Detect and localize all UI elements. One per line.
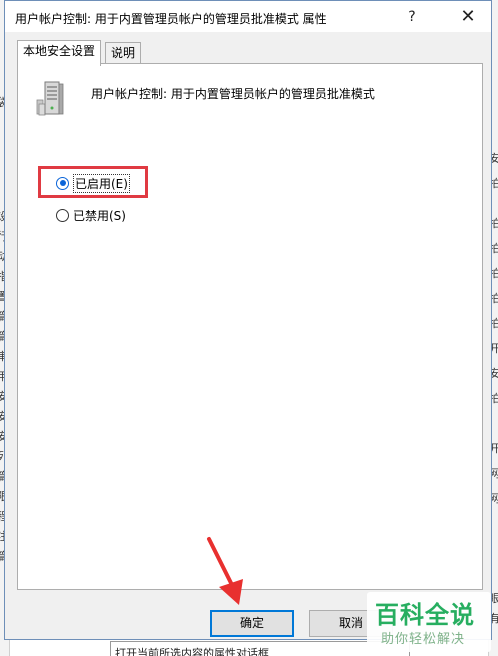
- help-button[interactable]: ?: [401, 6, 423, 28]
- policy-name: 用户帐户控制: 用于内置管理员帐户的管理员批准模式: [91, 87, 375, 101]
- red-arrow-icon: [207, 537, 243, 605]
- radio-disabled-circle[interactable]: [56, 208, 69, 222]
- server-policy-icon: [36, 81, 64, 116]
- watermark-logo: 百科全说 助你轻松解决: [367, 592, 491, 652]
- radio-enabled-circle[interactable]: [56, 176, 69, 190]
- radio-enabled[interactable]: 已启用(E): [56, 173, 130, 193]
- close-button[interactable]: ✕: [453, 4, 483, 30]
- watermark-title: 百科全说: [375, 601, 475, 629]
- bg-hint-text: 打开当前所选内容的属性对话框: [115, 647, 269, 656]
- properties-dialog: 用户帐户控制: 用于内置管理员帐户的管理员批准模式 属性 ? ✕ 本地安全设置 …: [4, 0, 492, 640]
- radio-disabled[interactable]: 已禁用(S): [56, 206, 126, 224]
- dialog-title: 用户帐户控制: 用于内置管理员帐户的管理员批准模式 属性: [15, 12, 327, 26]
- watermark-subtitle: 助你轻松解决: [381, 632, 466, 647]
- tab-panel: 用户帐户控制: 用于内置管理员帐户的管理员批准模式 已启用(E) 已禁用(S): [17, 63, 483, 590]
- radio-disabled-label[interactable]: 已禁用(S): [73, 207, 126, 224]
- ok-button[interactable]: 确定: [210, 610, 294, 637]
- title-bar[interactable]: 用户帐户控制: 用于内置管理员帐户的管理员批准模式 属性 ? ✕: [5, 1, 491, 32]
- radio-enabled-label[interactable]: 已启用(E): [73, 173, 130, 193]
- tab-explain[interactable]: 说明: [105, 42, 142, 65]
- tab-local-security-setting[interactable]: 本地安全设置: [17, 40, 102, 66]
